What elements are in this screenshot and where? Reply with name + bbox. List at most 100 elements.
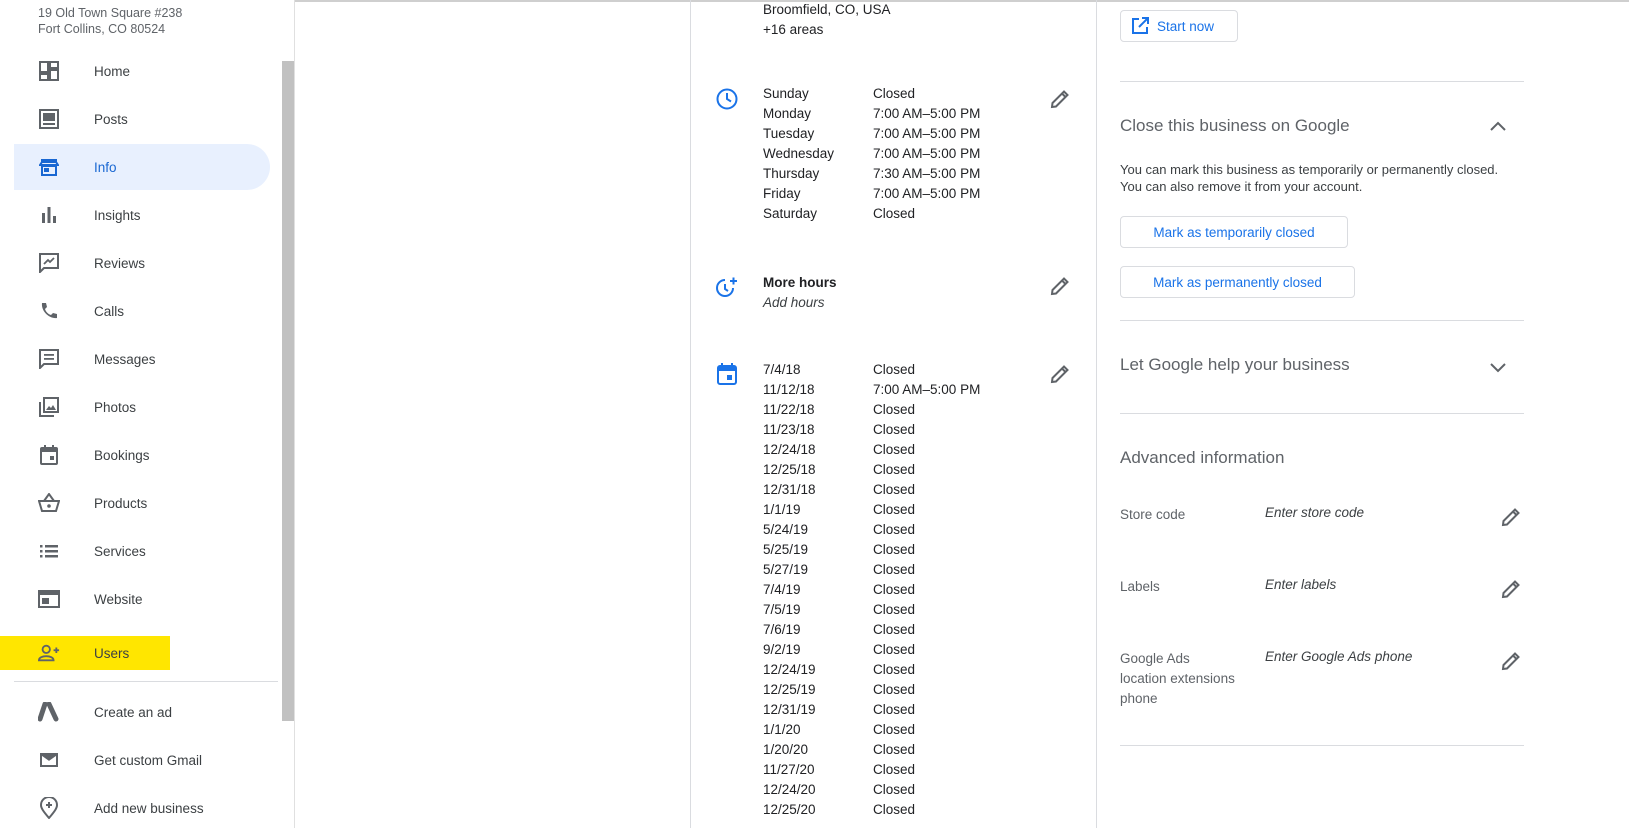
sidebar-item-label: Create an ad: [94, 704, 173, 720]
hours-time: Closed: [873, 642, 916, 657]
hours-date: 5/27/19: [763, 562, 809, 577]
hours-row: 7/4/19 Closed: [763, 582, 980, 602]
hours-time: 7:30 AM–5:00 PM: [873, 166, 981, 181]
hours-row: 5/27/19 Closed: [763, 562, 980, 582]
sidebar-item-website[interactable]: Website: [14, 576, 270, 622]
hours-time: 7:00 AM–5:00 PM: [873, 126, 981, 141]
close-business-title: Close this business on Google: [1120, 116, 1350, 135]
hours-date: 12/24/19: [763, 662, 816, 677]
chevron-down-icon[interactable]: [1488, 357, 1508, 377]
section-divider: [1120, 413, 1524, 414]
mark-temporarily-closed-button[interactable]: Mark as temporarily closed: [1120, 216, 1348, 248]
hours-time: Closed: [873, 542, 916, 557]
hours-date: 5/24/19: [763, 522, 809, 537]
hours-time: Closed: [873, 86, 916, 101]
hours-time: 7:00 AM–5:00 PM: [873, 186, 981, 201]
chevron-up-icon[interactable]: [1488, 117, 1508, 137]
hours-time: Closed: [873, 422, 916, 437]
hours-time: Closed: [873, 782, 916, 797]
hours-time: Closed: [873, 802, 916, 817]
sidebar-item-custom-gmail[interactable]: Get custom Gmail: [14, 737, 270, 783]
sidebar-item-label: Products: [94, 495, 148, 511]
edit-labels-pencil-icon[interactable]: [1500, 578, 1522, 600]
hours-time: Closed: [873, 762, 916, 777]
reviews-icon: [38, 252, 60, 274]
hours-date: 1/1/19: [763, 502, 801, 517]
hours-row: 9/2/19 Closed: [763, 642, 980, 662]
sidebar-item-label: Get custom Gmail: [94, 752, 203, 768]
hours-date: 11/27/20: [763, 762, 815, 777]
hours-date: 7/4/19: [763, 582, 801, 597]
hours-time: Closed: [873, 602, 916, 617]
sidebar-item-insights[interactable]: Insights: [14, 192, 270, 238]
service-area-location: Broomfield, CO, USA: [763, 2, 891, 17]
hours-row: 12/25/18 Closed: [763, 462, 980, 482]
sidebar-item-products[interactable]: Products: [14, 480, 270, 526]
help-business-title[interactable]: Let Google help your business: [1120, 355, 1350, 375]
store-code-label: Store code: [1120, 507, 1186, 522]
photos-icon: [38, 396, 60, 418]
sidebar-item-add-business[interactable]: Add new business: [14, 785, 270, 831]
hours-date: 12/31/18: [763, 482, 816, 497]
close-business-description: You can mark this business as temporaril…: [1120, 162, 1499, 194]
edit-special-hours-pencil-icon[interactable]: [1049, 363, 1071, 385]
address-line-2: Fort Collins, CO 80524: [38, 22, 166, 36]
message-icon: [38, 348, 60, 370]
sidebar-item-calls[interactable]: Calls: [14, 288, 270, 334]
mark-permanently-closed-button[interactable]: Mark as permanently closed: [1120, 266, 1355, 298]
hours-time: 7:00 AM–5:00 PM: [873, 106, 981, 121]
sidebar-item-create-ad[interactable]: Create an ad: [14, 689, 270, 735]
edit-hours-pencil-icon[interactable]: [1049, 88, 1071, 110]
hours-row: Tuesday 7:00 AM–5:00 PM: [763, 126, 980, 146]
sidebar-item-label: Info: [94, 159, 117, 175]
sidebar-item-services[interactable]: Services: [14, 528, 270, 574]
hours-time: Closed: [873, 206, 916, 221]
mark-temporarily-closed-label: Mark as temporarily closed: [1153, 224, 1315, 240]
hours-date: 1/1/20: [763, 722, 801, 737]
edit-store-code-pencil-icon[interactable]: [1500, 506, 1522, 528]
hours-day: Tuesday: [763, 126, 815, 141]
sidebar-item-posts[interactable]: Posts: [14, 96, 270, 142]
labels-value[interactable]: Enter labels: [1265, 577, 1336, 592]
dashboard-icon: [38, 60, 60, 82]
hours-row: 1/1/19 Closed: [763, 502, 980, 522]
google-ads-icon: [38, 701, 60, 723]
sidebar-item-photos[interactable]: Photos: [14, 384, 270, 430]
google-ads-phone-value[interactable]: Enter Google Ads phone: [1265, 649, 1412, 664]
sidebar-item-label: Services: [94, 543, 146, 559]
service-area: Broomfield, CO, USA +16 areas: [763, 0, 891, 40]
sidebar-item-users[interactable]: Users: [0, 636, 170, 670]
hours-row: 5/25/19 Closed: [763, 542, 980, 562]
sidebar-item-label: Bookings: [94, 447, 150, 463]
hours-time: Closed: [873, 562, 916, 577]
start-now-button[interactable]: Start now: [1120, 10, 1238, 42]
edit-google-ads-phone-pencil-icon[interactable]: [1500, 650, 1522, 672]
hours-row: 11/22/18 Closed: [763, 402, 980, 422]
hours-time: Closed: [873, 482, 916, 497]
sidebar-scrollbar[interactable]: [282, 61, 294, 721]
sidebar-item-messages[interactable]: Messages: [14, 336, 270, 382]
hours-row: 7/6/19 Closed: [763, 622, 980, 642]
hours-row: 1/20/20 Closed: [763, 742, 980, 762]
hours-day: Sunday: [763, 86, 809, 101]
bar-chart-icon: [38, 204, 60, 226]
add-hours-link[interactable]: Add hours: [763, 295, 825, 310]
hours-date: 1/20/20: [763, 742, 809, 757]
store-code-value[interactable]: Enter store code: [1265, 505, 1364, 520]
sidebar-item-home[interactable]: Home: [14, 48, 270, 94]
hours-row: 11/27/20 Closed: [763, 762, 980, 782]
hours-date: 7/6/19: [763, 622, 801, 637]
sidebar-item-reviews[interactable]: Reviews: [14, 240, 270, 286]
hours-row: 12/25/19 Closed: [763, 682, 980, 702]
hours-row: 12/24/18 Closed: [763, 442, 980, 462]
sidebar-item-bookings[interactable]: Bookings: [14, 432, 270, 478]
hours-time: Closed: [873, 362, 916, 377]
edit-more-hours-pencil-icon[interactable]: [1049, 275, 1071, 297]
service-area-more: +16 areas: [763, 22, 824, 37]
sidebar-item-info[interactable]: Info: [14, 144, 270, 190]
mark-permanently-closed-label: Mark as permanently closed: [1153, 274, 1322, 290]
sidebar-item-label: Insights: [94, 207, 141, 223]
hours-date: 9/2/19: [763, 642, 801, 657]
hours-row: 1/1/20 Closed: [763, 722, 980, 742]
section-divider: [1120, 745, 1524, 746]
